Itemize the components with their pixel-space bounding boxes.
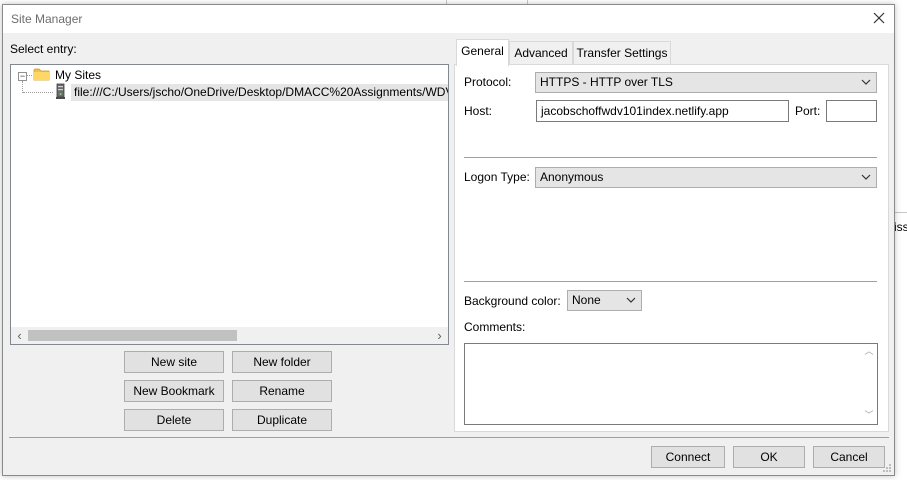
comments-textarea[interactable]: ︿ ﹀: [464, 343, 878, 425]
server-icon: [56, 83, 65, 99]
folder-icon: [33, 68, 50, 81]
chevron-left-icon[interactable]: ‹: [11, 327, 28, 344]
select-entry-label: Select entry:: [10, 42, 77, 56]
scrollbar-thumb[interactable]: [28, 330, 237, 341]
site-tree[interactable]: − My Sites file:///C:/Users/jscho/OneDri…: [10, 64, 449, 345]
logon-type-select[interactable]: Anonymous: [535, 167, 877, 188]
site-entry-label: file:///C:/Users/jscho/OneDrive/Desktop/…: [74, 85, 448, 99]
site-manager-dialog: Site Manager Select entry: − My Sites fi…: [2, 4, 895, 476]
separator: [464, 157, 877, 158]
protocol-value: HTTPS - HTTP over TLS: [540, 75, 673, 89]
delete-button[interactable]: Delete: [124, 409, 224, 431]
separator: [464, 281, 877, 282]
rename-button[interactable]: Rename: [232, 380, 332, 402]
protocol-label: Protocol:: [464, 75, 512, 89]
chevron-right-icon[interactable]: ›: [431, 327, 448, 344]
chevron-down-icon[interactable]: ﹀: [861, 408, 877, 422]
host-label: Host:: [464, 104, 493, 118]
port-input[interactable]: [826, 100, 877, 122]
chevron-down-icon: [861, 174, 871, 180]
window-title: Site Manager: [11, 12, 83, 26]
host-value: jacobschoffwdv101index.netlify.app: [541, 104, 729, 118]
logon-type-label: Logon Type:: [464, 170, 530, 184]
resize-grip-icon[interactable]: [882, 463, 892, 473]
tree-connector: [23, 92, 53, 93]
close-icon[interactable]: [870, 9, 888, 27]
background-color-select[interactable]: None: [567, 290, 642, 311]
connect-button[interactable]: Connect: [651, 446, 725, 468]
background-divider: [893, 212, 907, 213]
host-input[interactable]: jacobschoffwdv101index.netlify.app: [536, 100, 789, 122]
chevron-down-icon: [626, 297, 636, 303]
ok-button[interactable]: OK: [733, 446, 805, 468]
tab-advanced[interactable]: Advanced: [509, 41, 573, 64]
new-bookmark-button[interactable]: New Bookmark: [124, 380, 224, 402]
port-label: Port:: [795, 104, 821, 118]
tree-item-my-sites[interactable]: My Sites: [55, 68, 101, 82]
footer-separator: [9, 437, 889, 438]
background-color-label: Background color:: [464, 294, 561, 308]
horizontal-scrollbar[interactable]: ‹ ›: [11, 327, 448, 344]
duplicate-button[interactable]: Duplicate: [232, 409, 332, 431]
comments-label: Comments:: [464, 320, 526, 334]
background-color-value: None: [572, 293, 601, 307]
new-site-button[interactable]: New site: [124, 351, 224, 373]
protocol-select[interactable]: HTTPS - HTTP over TLS: [535, 72, 877, 93]
tree-item-site[interactable]: file:///C:/Users/jscho/OneDrive/Desktop/…: [71, 84, 448, 101]
vertical-scrollbar[interactable]: ︿ ﹀: [861, 344, 877, 422]
title-bar: Site Manager: [3, 5, 894, 33]
new-folder-button[interactable]: New folder: [232, 351, 332, 373]
tab-general[interactable]: General: [456, 39, 509, 66]
tab-transfer-settings[interactable]: Transfer Settings: [573, 41, 671, 64]
cancel-button[interactable]: Cancel: [813, 446, 885, 468]
tree-connector: [26, 75, 32, 76]
chevron-up-icon[interactable]: ︿: [861, 344, 877, 358]
logon-type-value: Anonymous: [540, 170, 604, 184]
background-text: iss: [894, 220, 907, 234]
chevron-down-icon: [861, 79, 871, 85]
collapse-toggle[interactable]: −: [18, 72, 27, 81]
